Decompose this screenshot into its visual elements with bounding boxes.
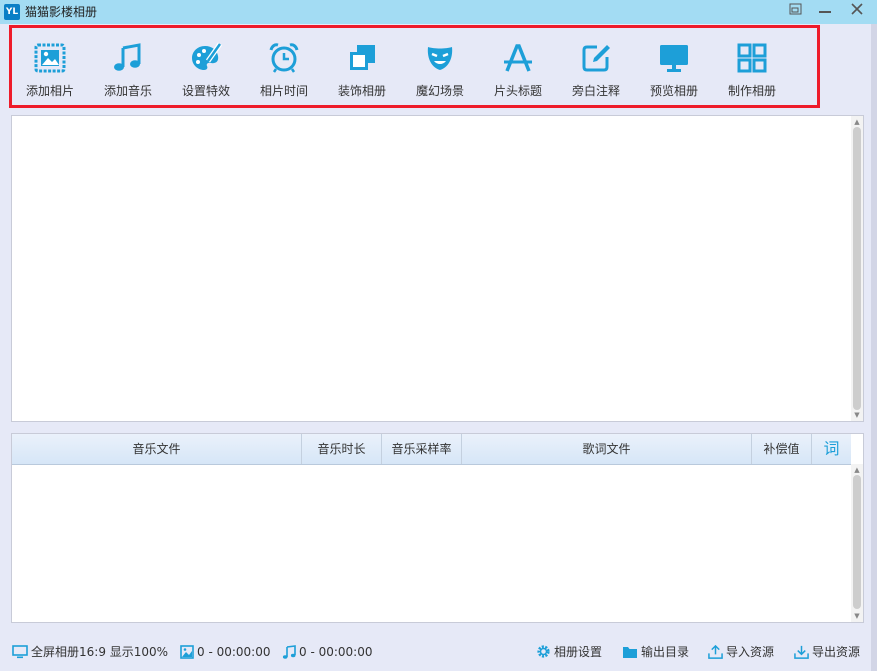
upload-icon (708, 644, 723, 659)
music-table[interactable]: 音乐文件 音乐时长 音乐采样率 歌词文件 补偿值 词 ▲ ▼ (11, 433, 864, 623)
scroll-up-arrow-icon[interactable]: ▲ (851, 118, 863, 126)
window-title: 猫猫影楼相册 (25, 5, 98, 19)
tool-label: 预览相册 (649, 84, 698, 98)
column-music-duration[interactable]: 音乐时长 (302, 434, 382, 464)
column-music-file[interactable]: 音乐文件 (12, 434, 302, 464)
tool-label: 片头标题 (493, 84, 542, 98)
toolbar: 添加相片 添加音乐 设置特效 相片时间 装饰相册 魔幻场景 片头标题 旁白注释 … (9, 25, 820, 108)
scroll-thumb[interactable] (853, 475, 861, 609)
scroll-down-arrow-icon[interactable]: ▼ (851, 411, 863, 419)
tool-label: 装饰相册 (337, 84, 386, 98)
alarm-clock-icon (269, 43, 299, 73)
import-resources-label: 导入资源 (726, 645, 775, 659)
export-resources-button[interactable]: 导出资源 (794, 633, 860, 671)
grid-icon (737, 43, 767, 73)
restore-icon (789, 3, 802, 15)
scroll-thumb[interactable] (853, 127, 861, 410)
music-count-text: 0 - 00:00:00 (299, 645, 373, 659)
tool-label: 设置特效 (181, 84, 230, 98)
music-small-icon (282, 644, 296, 659)
status-bar: 全屏相册16:9 显示100% 0 - 00:00:00 0 - 00:00:0… (0, 633, 871, 671)
tool-label: 魔幻场景 (415, 84, 464, 98)
album-info-text: 全屏相册16:9 显示100% (31, 645, 169, 659)
close-button[interactable] (842, 0, 872, 20)
folder-icon (623, 646, 637, 658)
preview-album-button[interactable]: 预览相册 (637, 38, 711, 100)
scroll-up-arrow-icon[interactable]: ▲ (851, 466, 863, 474)
album-info[interactable]: 全屏相册16:9 显示100% (12, 633, 168, 671)
download-icon (794, 645, 809, 659)
minimize-icon (819, 11, 831, 13)
import-resources-button[interactable]: 导入资源 (708, 633, 774, 671)
opening-title-button[interactable]: 片头标题 (481, 38, 555, 100)
add-music-button[interactable]: 添加音乐 (91, 38, 165, 100)
output-dir-label: 输出目录 (641, 645, 690, 659)
album-settings-button[interactable]: 相册设置 (536, 633, 602, 671)
tool-label: 添加音乐 (103, 84, 152, 98)
column-sample-rate[interactable]: 音乐采样率 (382, 434, 462, 464)
theater-mask-icon (427, 47, 453, 70)
title-bar: YL 猫猫影楼相册 (0, 0, 877, 24)
photo-count-text: 0 - 00:00:00 (197, 645, 271, 659)
monitor-small-icon (12, 644, 28, 658)
gear-icon (537, 645, 550, 658)
edit-note-icon (582, 45, 610, 72)
narration-note-button[interactable]: 旁白注释 (559, 38, 633, 100)
column-lyrics-icon[interactable]: 词 (812, 434, 851, 464)
restore-button[interactable] (782, 0, 808, 20)
app-logo: YL (4, 4, 20, 20)
title-a-icon (504, 44, 532, 72)
minimize-button[interactable] (812, 0, 838, 20)
image-small-icon (180, 644, 194, 659)
export-resources-label: 导出资源 (812, 645, 861, 659)
tool-label: 相片时间 (259, 84, 308, 98)
photo-list-scrollbar[interactable]: ▲ ▼ (851, 116, 863, 421)
music-count: 0 - 00:00:00 (282, 633, 373, 671)
tool-label: 制作相册 (727, 84, 776, 98)
music-table-scrollbar[interactable]: ▲ ▼ (851, 464, 863, 622)
output-dir-button[interactable]: 输出目录 (622, 633, 689, 671)
scroll-down-arrow-icon[interactable]: ▼ (851, 612, 863, 620)
magic-scene-button[interactable]: 魔幻场景 (403, 38, 477, 100)
monitor-icon (660, 45, 688, 72)
add-photo-button[interactable]: 添加相片 (13, 38, 87, 100)
make-album-button[interactable]: 制作相册 (715, 38, 789, 100)
tool-label: 添加相片 (25, 84, 74, 98)
palette-icon (192, 42, 222, 70)
album-settings-label: 相册设置 (554, 645, 603, 659)
photo-list-panel[interactable]: ▲ ▼ (11, 115, 864, 422)
music-table-header: 音乐文件 音乐时长 音乐采样率 歌词文件 补偿值 词 (12, 434, 851, 465)
photo-count: 0 - 00:00:00 (180, 633, 271, 671)
column-offset[interactable]: 补偿值 (752, 434, 812, 464)
layers-icon (350, 45, 375, 70)
column-lyrics-file[interactable]: 歌词文件 (462, 434, 752, 464)
tool-label: 旁白注释 (571, 84, 620, 98)
close-icon (851, 3, 863, 15)
window-edge (871, 24, 877, 671)
photo-time-button[interactable]: 相片时间 (247, 38, 321, 100)
set-effects-button[interactable]: 设置特效 (169, 38, 243, 100)
music-note-icon (114, 43, 141, 71)
decorate-album-button[interactable]: 装饰相册 (325, 38, 399, 100)
add-photo-icon (34, 43, 66, 73)
